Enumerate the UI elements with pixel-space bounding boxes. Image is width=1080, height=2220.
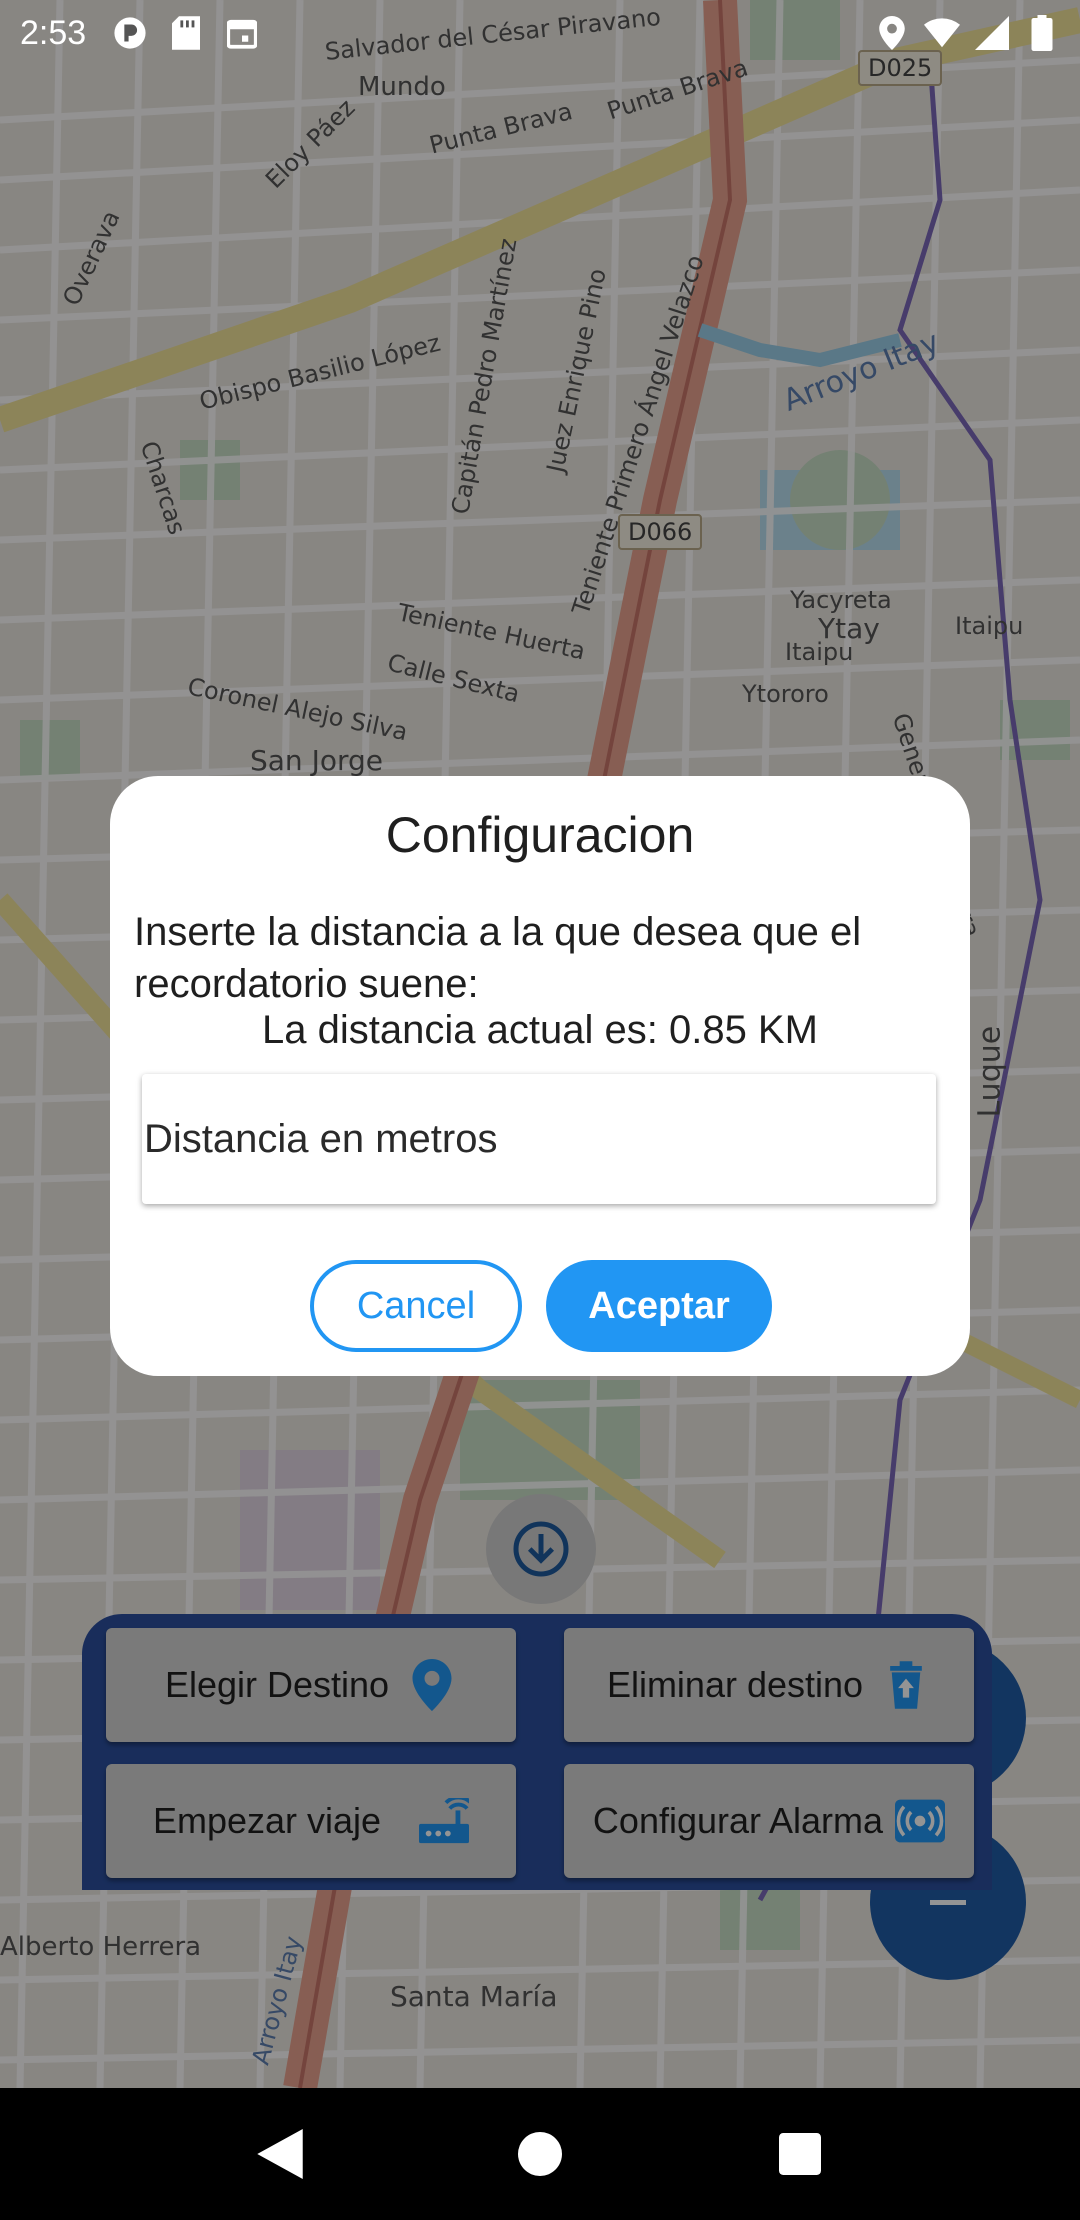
- notification-app-icon: [112, 15, 148, 51]
- wifi-icon: [924, 15, 960, 51]
- home-button[interactable]: [510, 2124, 570, 2184]
- cancel-button[interactable]: Cancel: [310, 1260, 522, 1352]
- configuration-dialog: Configuracion Inserte la distancia a la …: [110, 776, 970, 1376]
- back-button[interactable]: [250, 2124, 310, 2184]
- current-distance-text: La distancia actual es: 0.85 KM: [262, 1008, 818, 1052]
- signal-icon: [974, 15, 1010, 51]
- calendar-icon: [224, 15, 260, 51]
- distance-input[interactable]: [142, 1074, 936, 1204]
- status-bar: 2:53: [0, 0, 1080, 66]
- sd-card-icon: [168, 15, 204, 51]
- recents-button[interactable]: [770, 2124, 830, 2184]
- dialog-message: Inserte la distancia a la que desea que …: [134, 910, 862, 1006]
- recents-square-icon: [779, 2133, 821, 2175]
- accept-button[interactable]: Aceptar: [546, 1260, 772, 1352]
- battery-icon: [1024, 15, 1060, 51]
- home-circle-icon: [518, 2132, 562, 2176]
- dialog-title: Configuracion: [385, 807, 695, 863]
- location-icon: [874, 15, 910, 51]
- navigation-bar: [0, 2088, 1080, 2220]
- status-time: 2:53: [20, 13, 87, 52]
- back-triangle-icon: [257, 2129, 303, 2179]
